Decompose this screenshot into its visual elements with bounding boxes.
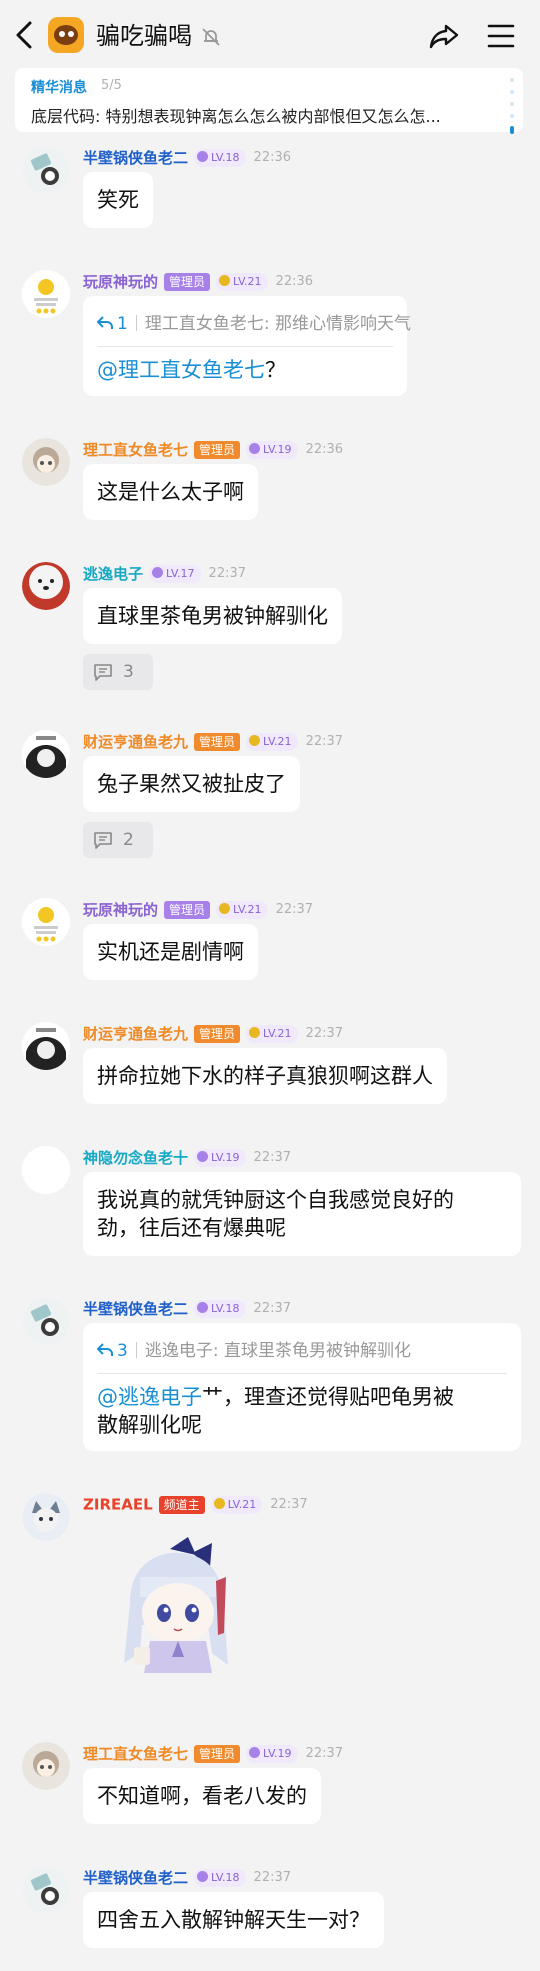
reply-icon [96,1343,113,1356]
avatar[interactable] [22,1493,70,1541]
reply-quote[interactable]: 3 逃逸电子: 直球里茶龟男被钟解驯化 [96,1337,411,1365]
back-arrow-icon[interactable] [10,17,40,53]
sender-name[interactable]: 玩原神玩的 [83,901,158,919]
sender-name[interactable]: 财运亨通鱼老九 [83,1025,188,1043]
message-bubble[interactable]: 拼命拉她下水的样子真狼狈啊这群人 [83,1048,447,1104]
sender-name[interactable]: 玩原神玩的 [83,273,158,291]
message-bubble[interactable]: 1 理工直女鱼老七: 那维心情影响天气 @理工直女鱼老七？ [83,296,411,396]
sender-name[interactable]: 逃逸电子 [83,565,143,583]
level-badge: LV.21 [210,1495,263,1514]
level-badge: LV.19 [246,1744,298,1763]
message-bubble[interactable]: 笑死 [83,172,153,228]
sender-name[interactable]: 半壁锅侠鱼老二 [83,1869,188,1887]
level-badge: LV.21 [216,272,268,291]
message-bubble[interactable]: 实机还是剧情啊 [83,924,258,980]
anime-girl-sticker[interactable] [100,1533,250,1683]
comment-icon [94,664,112,681]
top-bar: 骗吃骗喝 [0,0,540,70]
level-badge: LV.18 [194,148,246,167]
hamburger-menu-icon[interactable] [486,22,516,50]
role-badge: 管理员 [164,272,211,291]
avatar[interactable] [22,1297,70,1345]
timestamp: 22:37 [305,734,344,749]
role-badge: 管理员 [194,1744,241,1763]
level-badge: LV.21 [216,900,268,919]
sender-name[interactable]: 理工直女鱼老七 [83,1745,188,1763]
timestamp: 22:36 [253,150,292,165]
timestamp: 22:37 [208,566,247,581]
avatar[interactable] [22,438,70,486]
reply-icon [96,316,113,329]
mention-link[interactable]: @逃逸电子 [97,1385,202,1409]
timestamp: 22:37 [253,1150,292,1165]
level-badge: LV.19 [194,1148,246,1167]
sender-name[interactable]: 理工直女鱼老七 [83,441,188,459]
message-bubble[interactable]: 不知道啊，看老八发的 [83,1768,321,1824]
timestamp: 22:37 [253,1301,292,1316]
role-badge: 管理员 [194,1024,241,1043]
message-bubble[interactable]: 兔子果然又被扯皮了 [83,756,300,812]
thread-count: 2 [123,830,134,850]
level-badge: LV.18 [194,1868,246,1887]
level-badge: LV.18 [194,1299,246,1318]
message-bubble[interactable]: 四舍五入散解钟解天生一对？ [83,1892,384,1948]
thread-replies-button[interactable]: 2 [83,822,153,858]
timestamp: 22:37 [305,1746,344,1761]
avatar[interactable] [22,1866,70,1914]
mention-link[interactable]: @理工直女鱼老七 [97,358,265,382]
sender-name[interactable]: 半壁锅侠鱼老二 [83,149,188,167]
sender-name[interactable]: ZIREAEL [83,1496,153,1514]
timestamp: 22:36 [305,442,344,457]
timestamp: 22:37 [253,1870,292,1885]
pinned-text: 底层代码: 特别想表现钟离怎么怎么被内部恨但又怎么怎... [31,107,441,126]
role-badge: 管理员 [164,900,211,919]
timestamp: 22:36 [275,274,314,289]
avatar[interactable] [22,730,70,778]
level-badge: LV.21 [246,1024,298,1043]
thread-count: 3 [123,662,134,682]
timestamp: 22:37 [305,1026,344,1041]
reply-quote[interactable]: 1 理工直女鱼老七: 那维心情影响天气 [96,310,411,338]
sender-name[interactable]: 神隐勿念鱼老十 [83,1149,188,1167]
message-bubble[interactable]: 直球里茶龟男被钟解驯化 [83,588,342,644]
timestamp: 22:37 [270,1497,308,1512]
avatar[interactable] [22,1146,70,1194]
share-icon[interactable] [428,20,460,52]
group-avatar[interactable] [48,17,84,53]
timestamp: 22:37 [275,902,314,917]
thread-replies-button[interactable]: 3 [83,654,153,690]
role-badge: 频道主 [158,1495,205,1514]
level-badge: LV.19 [246,440,298,459]
bell-off-icon [202,28,220,46]
sender-name[interactable]: 财运亨通鱼老九 [83,733,188,751]
comment-icon [94,832,112,849]
pinned-count: 5/5 [101,78,122,93]
level-badge: LV.17 [149,564,201,583]
page-title: 骗吃骗喝 [96,22,192,50]
role-badge: 管理员 [194,440,241,459]
message-bubble[interactable]: 这是什么太子啊 [83,464,258,520]
message-bubble[interactable]: 3 逃逸电子: 直球里茶龟男被钟解驯化 @逃逸电子艹，理查还觉得贴吧龟男被 散解驯… [83,1323,521,1451]
level-badge: LV.21 [246,732,298,751]
avatar[interactable] [22,270,70,318]
message-bubble[interactable]: 我说真的就凭钟厨这个自我感觉良好的 劲，往后还有爆典呢 [83,1172,521,1256]
avatar[interactable] [22,1022,70,1070]
role-badge: 管理员 [194,732,241,751]
pinned-pager [509,78,515,134]
pinned-message-card[interactable]: 精华消息 5/5 底层代码: 特别想表现钟离怎么怎么被内部恨但又怎么怎... [15,68,523,134]
pinned-label: 精华消息 [31,80,87,96]
sender-name[interactable]: 半壁锅侠鱼老二 [83,1300,188,1318]
avatar[interactable] [22,898,70,946]
avatar[interactable] [22,146,70,194]
avatar[interactable] [22,1742,70,1790]
avatar[interactable] [22,562,70,610]
